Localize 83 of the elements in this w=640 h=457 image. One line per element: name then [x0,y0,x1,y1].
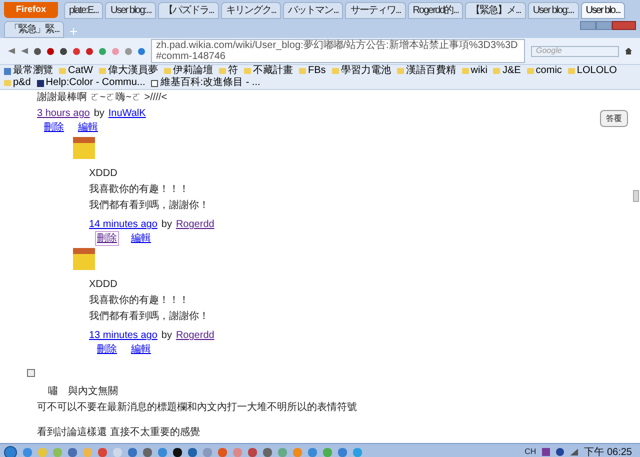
author-link[interactable]: InuWalK [108,107,146,120]
bookmark-item[interactable]: J&E [493,65,521,77]
author-link[interactable]: Rogerdd [176,218,214,231]
browser-tab[interactable]: Rogerdd的... [408,2,464,19]
bookmark-item[interactable]: 維基百科:改進條目 - ... [151,77,260,89]
bookmark-item[interactable]: p&d [4,77,31,89]
body-text: 可不可以不要在最新消息的標題欄和內文內打一大堆不明所以的表情符號 [37,401,358,414]
action-link[interactable]: 編輯 [76,120,100,135]
browser-tab[interactable]: User blog:... [528,2,579,19]
folder-icon [462,68,469,74]
folder-icon [396,68,404,74]
folder-icon [4,80,11,86]
reply-text: 我們都有看到嗎，謝謝你！ [89,199,210,212]
action-link[interactable]: 刪除 [42,120,66,135]
bookmark-item[interactable]: 最常瀏覽 [4,65,53,77]
folder-icon [244,68,251,74]
action-link[interactable]: 刪除 [95,342,119,357]
bookmark-item[interactable]: 漢語百費精 [396,65,456,77]
by-label: by [161,329,172,342]
bookmark-item[interactable]: LOLOLO [568,65,617,77]
folder-icon [219,68,226,74]
browser-tab[interactable]: バットマン... [283,2,344,19]
browser-tab[interactable]: User blog:... [105,2,156,19]
reply-text: 我們都有看到嗎，謝謝你！ [89,310,210,323]
bookmark-item[interactable]: CatW [59,65,93,77]
bookmark-item[interactable]: 學習力電池 [332,65,391,77]
browser-tab[interactable]: 「緊急」緊... [4,21,64,38]
forward-icon[interactable] [21,48,28,54]
page-icon [151,80,158,86]
time-link[interactable]: 3 hours ago [37,107,90,120]
folder-icon [59,68,66,74]
home-icon[interactable] [625,48,632,54]
action-link[interactable]: 刪除 [95,231,119,246]
bookmark-item[interactable]: Help:Color - Commu... [36,77,146,89]
bookmark-item[interactable]: wiki [462,65,488,77]
folder-icon [332,68,339,74]
browser-tab[interactable]: 【緊急】メ... [465,2,526,19]
folder-icon [568,68,575,74]
section-heading: 嘯 與內文無關 [48,385,119,398]
reply-text: XDDD [89,167,118,180]
reply-text: XDDD [89,278,118,291]
close-icon[interactable] [612,21,636,30]
address-field[interactable]: zh.pad.wikia.com/wiki/User_blog:夢幻嘟嘟/站方公告:新增本站禁止事項%3D3%3D#comm-148746 [151,39,525,63]
new-tab-icon[interactable] [70,28,78,35]
body-text: 看到討論這樣還 直接不太重要的感覺 [37,426,201,439]
folder-icon [99,68,106,74]
reply-text: 我喜歡你的有趣！！！ [89,183,190,196]
scrollbar-thumb[interactable] [633,190,639,202]
action-link[interactable]: 編輯 [129,342,153,357]
avatar-picture [73,137,95,159]
page-icon [4,68,11,74]
back-icon[interactable] [8,48,15,54]
folder-icon [493,68,500,74]
browser-tab[interactable]: User blo... [580,2,626,19]
by-label: by [161,218,172,231]
bookmark-item[interactable]: 不藏計畫 [244,65,293,77]
bookmark-item[interactable]: comic [526,65,562,77]
time-link[interactable]: 14 minutes ago [89,218,158,231]
bookmark-item[interactable]: FBs [299,65,326,77]
folder-icon [526,68,534,74]
start-button[interactable] [4,446,17,457]
avatar-picture [73,248,95,270]
time-link[interactable]: 13 minutes ago [89,329,158,342]
folder-icon [299,68,306,74]
input-language[interactable]: CH [524,446,536,457]
search-field[interactable]: Google [531,46,619,56]
bookmark-item[interactable]: 符 [219,65,238,77]
author-link[interactable]: Rogerdd [176,329,214,342]
browser-tab[interactable]: 【パズドラ... [158,2,219,19]
action-link[interactable]: 編輯 [129,231,153,246]
by-label: by [94,107,104,120]
clock[interactable]: 下午 06:25 [584,444,636,457]
page-icon [36,80,44,86]
folder-icon [164,68,171,74]
browser-tab[interactable]: キリングク... [220,2,282,19]
browser-tab[interactable]: plate:E... [64,2,104,19]
broken-image-icon [27,369,35,377]
bookmark-item[interactable]: 偉大漢員夢 [99,65,158,77]
bookmark-item[interactable]: 伊莉論壇 [164,65,213,77]
reply-button[interactable]: 答覆 [600,110,628,127]
reply-text: 我喜歡你的有趣！！！ [89,294,190,307]
browser-tab[interactable]: サーティワ... [345,2,406,19]
comment-text: 謝謝最棒啊 ㄛ~ㄛ嗨~ㄛ >////< [37,90,168,104]
